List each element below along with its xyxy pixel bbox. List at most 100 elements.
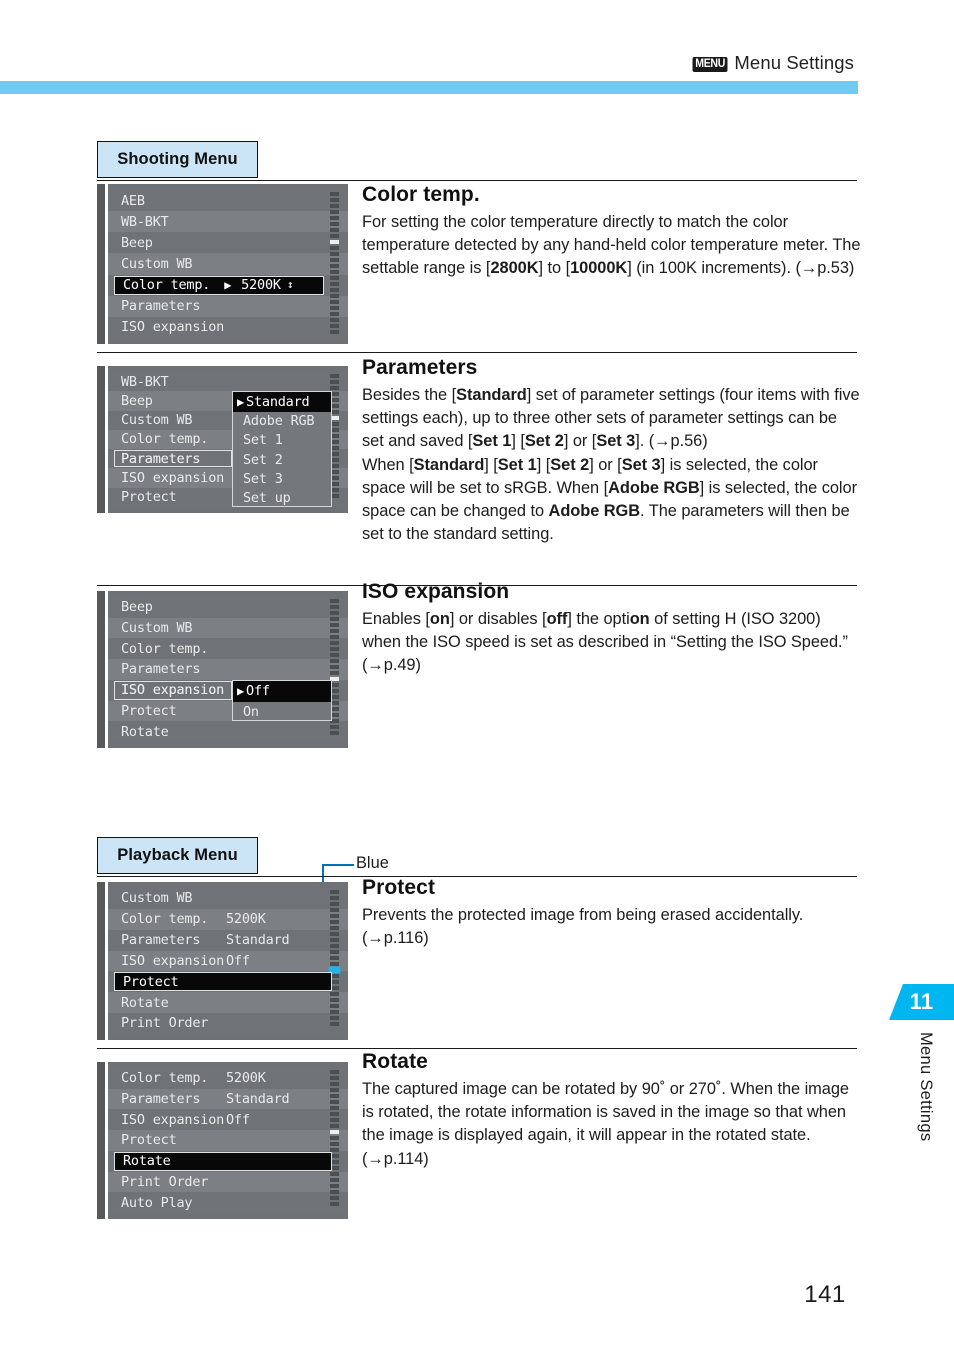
lcd-scrollbar-segment	[330, 1136, 339, 1140]
lcd-submenu-panel: ▶ Standard Adobe RGB Set 1 Set 2 Set 3 Set up	[232, 391, 332, 507]
chapter-tab: 11	[889, 984, 954, 1020]
lcd-active-parent-item[interactable]: ISO expansion	[114, 680, 232, 700]
lcd-menu-row[interactable]: WB-BKT	[108, 372, 348, 392]
lcd-menu-row[interactable]: Parameters Standard	[108, 929, 348, 951]
lcd-menu-row[interactable]: WB-BKT	[108, 211, 348, 233]
lcd-submenu-item[interactable]: On	[233, 702, 331, 723]
lcd-menu-row-label: Color temp.	[121, 1070, 209, 1087]
lcd-selected-item[interactable]: Color temp. ▶ 5200K ↕	[114, 275, 324, 295]
lcd-scrollbar-segment	[330, 992, 339, 996]
entry-left-marker	[97, 366, 105, 513]
entry-text-parameters: Parameters Besides the [Standard] set of …	[362, 356, 862, 546]
lcd-menu-row-label: Parameters	[121, 661, 201, 678]
lcd-scrollbar-segment	[330, 1178, 339, 1182]
lcd-menu-row-label: Protect	[121, 1132, 177, 1149]
lcd-menu-row-label: Custom WB	[121, 620, 193, 637]
lcd-submenu-item[interactable]: Set 1	[233, 431, 331, 450]
entry-body: Enables [on] or disables [off] the optio…	[362, 610, 848, 675]
lcd-menu-row-label: Beep	[121, 392, 153, 409]
lcd-scrollbar-thumb	[330, 240, 339, 244]
lcd-scrollbar-segment	[330, 731, 339, 735]
lcd-menu-row-label: Custom WB	[121, 890, 193, 907]
lcd-scrollbar-segment	[330, 1094, 339, 1098]
entry-body: Prevents the protected image from being …	[362, 906, 804, 948]
lcd-menu-row-label: Parameters	[121, 298, 201, 315]
lcd-selected-item[interactable]: Rotate	[114, 1151, 332, 1171]
lcd-selected-item[interactable]: Protect	[114, 972, 332, 992]
lcd-menu-row-label: Parameters	[121, 1091, 201, 1108]
lcd-scrollbar-segment	[330, 1070, 339, 1074]
lcd-menu-row[interactable]: Custom WB	[108, 888, 348, 909]
lcd-submenu-item[interactable]: Adobe RGB	[233, 412, 331, 431]
entry-text-iso-expansion: ISO expansion Enables [on] or disables [o…	[362, 580, 862, 678]
shooting-menu-badge: Shooting Menu	[97, 141, 258, 178]
lcd-scrollbar-segment	[330, 282, 339, 286]
lcd-submenu-item[interactable]: Set up	[233, 489, 331, 508]
lcd-menu-row[interactable]: Parameters	[108, 659, 348, 680]
camera-lcd-screen-parameters: WB-BKT Beep Custom WB Color temp. Parameters…	[108, 366, 348, 513]
entry-text-color-temp: Color temp. For setting the color tempera…	[362, 183, 862, 281]
lcd-scrollbar[interactable]	[330, 890, 339, 1032]
entry-left-marker	[97, 184, 105, 344]
lcd-scrollbar-segment	[330, 216, 339, 220]
lcd-menu-row[interactable]: Print Order	[108, 1013, 348, 1034]
entry-body: For setting the color temperature direct…	[362, 213, 861, 278]
lcd-menu-row[interactable]: ISO expansion Off	[108, 1109, 348, 1131]
lcd-menu-row[interactable]: Rotate	[108, 721, 348, 742]
lcd-menu-row-label: Auto Play	[121, 1194, 193, 1211]
lcd-submenu-item-label: Set 2	[243, 451, 283, 468]
lcd-submenu-item[interactable]: Set 2	[233, 450, 331, 469]
lcd-menu-row[interactable]: Print Order	[108, 1171, 348, 1193]
lcd-menu-row[interactable]: ISO expansion	[108, 316, 348, 338]
lcd-selected-item-value: 5200K	[233, 277, 281, 294]
lcd-scrollbar[interactable]	[330, 192, 339, 336]
lcd-menu-row[interactable]: Beep	[108, 232, 348, 254]
lcd-submenu-item-label: Set 3	[243, 471, 283, 488]
entry-divider	[97, 180, 857, 182]
playback-menu-badge: Playback Menu	[97, 837, 258, 874]
lcd-menu-row[interactable]: Custom WB	[108, 617, 348, 639]
lcd-scrollbar-segment	[330, 1022, 339, 1026]
lcd-scrollbar-segment	[330, 1100, 339, 1104]
lcd-scrollbar[interactable]	[330, 1070, 339, 1211]
lcd-submenu-item[interactable]: Set 3	[233, 469, 331, 488]
lcd-menu-row-label: Color temp.	[121, 431, 209, 448]
entry-heading: Parameters	[362, 356, 478, 379]
lcd-menu-row[interactable]: Beep	[108, 597, 348, 618]
lcd-menu-row[interactable]: Color temp. 5200K	[108, 1068, 348, 1089]
lcd-scrollbar-segment	[330, 1016, 339, 1020]
lcd-menu-row[interactable]: Custom WB	[108, 253, 348, 275]
camera-lcd-screen-rotate: Color temp. 5200K Parameters Standard ISO ex…	[108, 1062, 348, 1219]
lcd-menu-row[interactable]: ISO expansion Off	[108, 950, 348, 972]
lcd-menu-row[interactable]: Parameters Standard	[108, 1088, 348, 1110]
lcd-scrollbar-segment	[330, 890, 339, 894]
lcd-menu-row[interactable]: Rotate	[108, 992, 348, 1014]
lcd-submenu-item[interactable]: ▶ Standard	[233, 392, 331, 412]
lcd-menu-row-value: Standard	[226, 932, 290, 949]
lcd-active-parent-item[interactable]: Parameters	[114, 450, 232, 468]
lcd-scrollbar-segment	[330, 641, 339, 645]
lcd-scrollbar-segment	[330, 306, 339, 310]
lcd-scrollbar-segment	[330, 653, 339, 657]
lcd-menu-row[interactable]: Protect	[108, 1130, 348, 1151]
lcd-active-parent-item-label: Parameters	[121, 450, 201, 467]
lcd-menu-row[interactable]: Auto Play	[108, 1192, 348, 1213]
lcd-submenu-caret-icon: ▶	[237, 684, 245, 699]
lcd-scrollbar-segment	[330, 374, 339, 378]
lcd-scrollbar-segment	[330, 294, 339, 298]
lcd-scrollbar-thumb	[330, 1130, 339, 1134]
lcd-scrollbar-segment	[330, 920, 339, 924]
lcd-menu-row-label: Beep	[121, 599, 153, 616]
lcd-scrollbar-segment	[330, 1004, 339, 1008]
lcd-menu-row[interactable]: AEB	[108, 190, 348, 212]
lcd-scrollbar-segment	[330, 1142, 339, 1146]
lcd-scrollbar-segment	[330, 288, 339, 292]
lcd-menu-row[interactable]: Color temp.	[108, 638, 348, 660]
lcd-menu-row[interactable]: Parameters	[108, 295, 348, 317]
lcd-submenu-item[interactable]: ▶ Off	[233, 680, 331, 702]
lcd-scrollbar-segment	[330, 276, 339, 280]
lcd-selected-item-label: Rotate	[123, 1153, 171, 1170]
lcd-scrollbar-segment	[330, 962, 339, 966]
lcd-scrollbar-segment	[330, 264, 339, 268]
lcd-menu-row[interactable]: Color temp. 5200K	[108, 908, 348, 930]
